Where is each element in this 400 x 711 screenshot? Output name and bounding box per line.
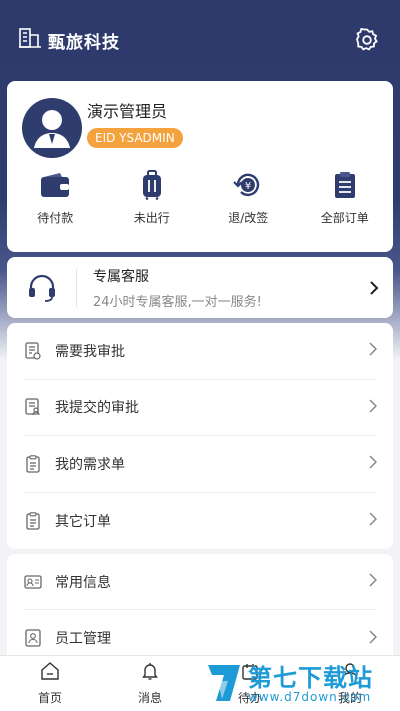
- watermark: 第七下载站 www.d7down.com: [200, 658, 400, 711]
- order-all[interactable]: 全部订单: [297, 169, 394, 226]
- employee-icon: [23, 628, 43, 648]
- service-title: 专属客服: [93, 268, 149, 285]
- tab-label: 消息: [137, 690, 162, 705]
- svg-text:¥: ¥: [245, 181, 251, 192]
- top-bar: 甄旅科技: [0, 0, 400, 80]
- menu-item-my-requests[interactable]: 我的需求单: [23, 436, 378, 493]
- chevron-right-icon: [361, 275, 387, 301]
- tab-home[interactable]: 首页: [0, 656, 100, 711]
- order-label: 未出行: [133, 211, 170, 225]
- menu-label: 常用信息: [55, 574, 111, 591]
- menu-label: 我的需求单: [55, 456, 125, 473]
- chevron-right-icon: [369, 572, 378, 591]
- profile-card: 演示管理员 EID YSADMIN 待付款 未出行 ¥ 退/改签 全部订单: [7, 81, 393, 252]
- order-refund-change[interactable]: ¥ 退/改签: [200, 169, 297, 226]
- home-icon: [40, 661, 60, 684]
- order-label: 全部订单: [320, 211, 369, 225]
- menu-label: 我提交的审批: [55, 400, 139, 417]
- settings-gear-icon[interactable]: [352, 25, 382, 55]
- customer-service-card[interactable]: 专属客服 24小时专属客服,一对一服务!: [7, 257, 393, 318]
- menu-item-common-info[interactable]: 常用信息: [23, 554, 378, 610]
- wallet-icon: [38, 169, 72, 201]
- other-orders-icon: [23, 511, 43, 531]
- service-subtitle: 24小时专属客服,一对一服务!: [93, 294, 262, 310]
- approval-submitted-icon: [23, 397, 43, 417]
- watermark-url: www.d7down.com: [248, 689, 372, 704]
- headset-icon: [7, 268, 77, 307]
- luggage-icon: [135, 169, 169, 201]
- watermark-logo-icon: [204, 661, 244, 709]
- menu-label: 员工管理: [55, 631, 111, 647]
- tab-messages[interactable]: 消息: [100, 656, 200, 711]
- order-shortcuts: 待付款 未出行 ¥ 退/改签 全部订单: [7, 169, 393, 226]
- menu-label: 需要我审批: [55, 343, 125, 360]
- avatar[interactable]: [22, 98, 82, 158]
- order-not-traveled[interactable]: 未出行: [104, 169, 201, 226]
- menu-item-approval-pending[interactable]: 需要我审批: [23, 323, 378, 380]
- eid-badge: EID YSADMIN: [87, 128, 183, 148]
- approval-menu: 需要我审批 我提交的审批 我的需求单 其它订单: [7, 323, 393, 549]
- building-icon: [18, 27, 42, 53]
- user-name: 演示管理员: [87, 102, 168, 121]
- tab-label: 首页: [37, 690, 62, 705]
- menu-label: 其它订单: [55, 513, 111, 530]
- id-card-icon: [23, 572, 43, 592]
- request-form-icon: [23, 454, 43, 474]
- refund-icon: ¥: [231, 169, 265, 201]
- chevron-right-icon: [369, 511, 378, 530]
- chevron-right-icon: [369, 454, 378, 473]
- brand-name: 甄旅科技: [48, 32, 120, 53]
- chevron-right-icon: [369, 629, 378, 648]
- bell-icon: [141, 662, 159, 684]
- menu-item-approval-submitted[interactable]: 我提交的审批: [23, 380, 378, 436]
- chevron-right-icon: [369, 398, 378, 417]
- chevron-right-icon: [369, 341, 378, 360]
- order-label: 退/改签: [228, 211, 269, 225]
- menu-item-other-orders[interactable]: 其它订单: [23, 493, 378, 550]
- service-text: 专属客服 24小时专属客服,一对一服务!: [77, 266, 361, 310]
- order-pending-payment[interactable]: 待付款: [7, 169, 104, 226]
- management-menu: 常用信息 员工管理: [7, 554, 393, 655]
- approval-pending-icon: [23, 341, 43, 361]
- watermark-main-text: 第七下载站: [248, 663, 373, 692]
- order-list-icon: [328, 169, 362, 201]
- brand: 甄旅科技: [18, 27, 120, 53]
- order-label: 待付款: [37, 211, 74, 225]
